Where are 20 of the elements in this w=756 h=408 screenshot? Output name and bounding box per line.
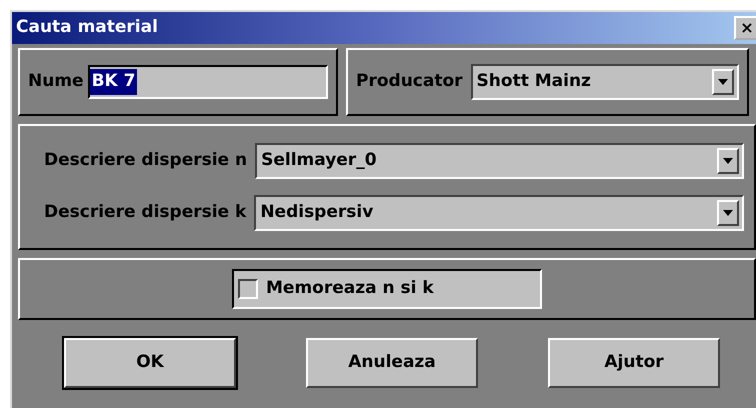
memorize-checkbox[interactable]: Memoreaza n si k — [232, 269, 542, 309]
dialog-button[interactable]: OK — [64, 338, 236, 388]
producer-value: Shott Mainz — [476, 70, 591, 94]
producer-label: Producator — [356, 70, 463, 94]
name-field[interactable]: BK 7 — [88, 65, 328, 99]
dispersion-dropdown[interactable]: Nedispersiv — [254, 195, 744, 231]
checkbox[interactable] — [238, 279, 258, 299]
dispersion-label: Descriere dispersie n — [44, 149, 248, 172]
dispersion-value: Sellmayer_0 — [261, 149, 377, 172]
producer-dropdown[interactable]: Shott Mainz — [470, 64, 739, 100]
window-title: Cauta material — [16, 16, 158, 40]
dispersion-value: Nedispersiv — [260, 201, 374, 224]
dialog-button[interactable]: Anuleaza — [306, 338, 478, 388]
dispersion-dropdown[interactable]: Sellmayer_0 — [255, 143, 744, 179]
name-value: BK 7 — [90, 69, 138, 95]
dialog-button[interactable]: Ajutor — [548, 338, 720, 388]
memorize-label: Memoreaza n si k — [266, 277, 434, 300]
name-label: Nume — [28, 70, 84, 94]
dispersion-label: Descriere dispersie k — [44, 201, 246, 224]
close-button[interactable]: × — [734, 16, 756, 40]
